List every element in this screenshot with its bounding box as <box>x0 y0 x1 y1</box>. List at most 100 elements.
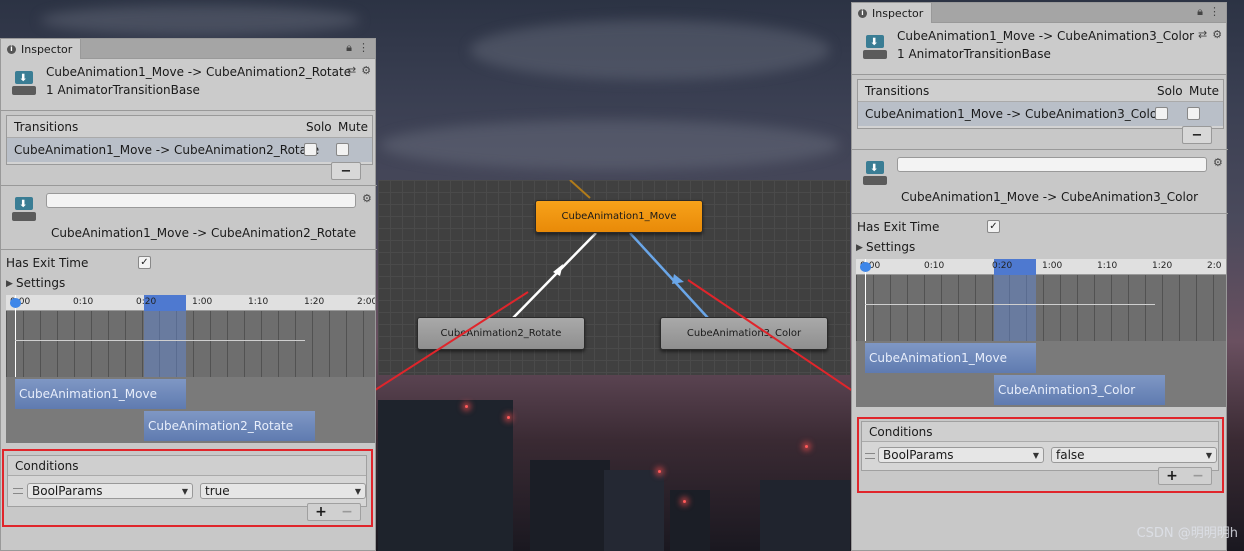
transition-timeline[interactable]: 0:00 0:10 0:20 1:00 1:10 1:20 2:00 CubeA… <box>6 295 375 443</box>
inspector-tab[interactable]: i Inspector <box>852 3 933 23</box>
remove-condition-button[interactable]: − <box>341 504 353 520</box>
lock-icon[interactable]: 🔒︎ <box>1197 5 1203 19</box>
timeline-tick: 2:00 <box>357 297 375 307</box>
transition-name-caption: CubeAnimation1_Move -> CubeAnimation3_Co… <box>901 190 1199 204</box>
settings-foldout-label[interactable]: Settings <box>16 276 65 290</box>
clip-from[interactable]: CubeAnimation1_Move <box>15 379 186 409</box>
parameter-dropdown[interactable]: BoolParams ▼ <box>27 483 193 499</box>
state-node-move[interactable]: CubeAnimation1_Move <box>535 200 703 233</box>
solo-checkbox[interactable] <box>304 143 317 156</box>
tab-tools: 🔒︎ ⋮ <box>346 41 369 55</box>
drag-handle-icon[interactable] <box>865 453 875 459</box>
transition-header: ⬇ CubeAnimation1_Move -> CubeAnimation3_… <box>852 23 1226 75</box>
background-building <box>760 480 850 551</box>
transition-name-input[interactable] <box>897 157 1207 172</box>
background-light <box>658 470 661 473</box>
mute-checkbox[interactable] <box>336 143 349 156</box>
background-light <box>507 416 510 419</box>
gear-icon[interactable]: ⚙ <box>362 192 372 205</box>
mute-checkbox[interactable] <box>1187 107 1200 120</box>
conditions-list: Conditions BoolParams ▼ true ▼ <box>7 455 367 507</box>
settings-foldout-label[interactable]: Settings <box>866 240 915 254</box>
lock-icon[interactable]: 🔒︎ <box>346 41 352 55</box>
remove-transition-button[interactable]: − <box>331 162 361 180</box>
clip-to[interactable]: CubeAnimation3_Color <box>994 375 1165 405</box>
gear-icon[interactable]: ⚙ <box>1213 156 1223 169</box>
has-exit-time-label: Has Exit Time <box>6 256 89 270</box>
condition-value-dropdown[interactable]: false ▼ <box>1051 447 1217 463</box>
solo-label: Solo <box>1157 83 1183 98</box>
drag-handle-icon[interactable] <box>13 488 23 494</box>
timeline-curve <box>865 304 1155 305</box>
transition-row[interactable]: CubeAnimation1_Move -> CubeAnimation2_Ro… <box>7 138 372 162</box>
state-node-color[interactable]: CubeAnimation3_Color <box>660 317 828 350</box>
gear-icon[interactable]: ⚙ <box>361 64 371 77</box>
chevron-down-icon: ▼ <box>181 486 188 496</box>
clip-from[interactable]: CubeAnimation1_Move <box>865 343 1036 373</box>
kebab-menu-icon[interactable]: ⋮ <box>1209 5 1220 19</box>
has-exit-time-checkbox[interactable]: ✓ <box>987 220 1000 233</box>
settings-foldout-arrow[interactable]: ▶ <box>856 243 863 253</box>
condition-value-dropdown[interactable]: true ▼ <box>200 483 366 499</box>
chevron-down-icon: ▼ <box>1032 450 1039 460</box>
playhead-marker-icon[interactable] <box>860 262 871 272</box>
transition-row[interactable]: CubeAnimation1_Move -> CubeAnimation3_Co… <box>858 102 1223 126</box>
transition-timeline[interactable]: 0:00 0:10 0:20 1:00 1:10 1:20 2:0 CubeAn… <box>856 259 1226 407</box>
transition-row-label: CubeAnimation1_Move -> CubeAnimation2_Ro… <box>14 143 320 157</box>
conditions-list: Conditions BoolParams ▼ false ▼ <box>861 421 1219 471</box>
solo-label: Solo <box>306 119 332 134</box>
transition-header: ⬇ CubeAnimation1_Move -> CubeAnimation2_… <box>1 59 375 111</box>
condition-value: true <box>205 484 230 498</box>
chevron-down-icon: ▼ <box>1205 450 1212 460</box>
transition-name-input[interactable] <box>46 193 356 208</box>
transitions-header-label: Transitions <box>865 83 930 98</box>
timeline-tick: 0:10 <box>73 297 94 307</box>
transition-name-caption: CubeAnimation1_Move -> CubeAnimation2_Ro… <box>51 226 357 240</box>
gear-icon[interactable]: ⚙ <box>1212 28 1222 41</box>
remove-condition-button[interactable]: − <box>1192 468 1204 484</box>
parameter-dropdown[interactable]: BoolParams ▼ <box>878 447 1044 463</box>
conditions-header: Conditions <box>862 422 1218 442</box>
conditions-add-remove: + − <box>1158 467 1212 485</box>
playhead-marker-icon[interactable] <box>10 298 21 308</box>
transitions-list: Transitions Solo Mute CubeAnimation1_Mov… <box>857 79 1224 129</box>
header-tools: ⇄ ⚙ <box>347 64 371 77</box>
watermark-text: CSDN @明明明h <box>1136 526 1238 541</box>
kebab-menu-icon[interactable]: ⋮ <box>358 41 369 55</box>
animator-transition-icon: ⬇ <box>12 197 36 223</box>
add-condition-button[interactable]: + <box>315 504 327 520</box>
timeline-tick: 1:00 <box>1042 261 1063 271</box>
background-cloud <box>470 20 830 80</box>
timeline-tick: 0:10 <box>924 261 945 271</box>
background-cloud <box>40 5 360 35</box>
background-building <box>604 470 664 551</box>
animator-transition-icon: ⬇ <box>12 71 36 97</box>
settings-foldout-arrow[interactable]: ▶ <box>6 279 13 289</box>
preset-sliders-icon[interactable]: ⇄ <box>1198 28 1207 41</box>
header-subtitle: 1 AnimatorTransitionBase <box>897 47 1051 61</box>
animator-graph[interactable]: CubeAnimation1_Move CubeAnimation2_Rotat… <box>378 180 850 375</box>
remove-transition-button[interactable]: − <box>1182 126 1212 144</box>
parameter-value: BoolParams <box>32 484 103 498</box>
inspector-tab[interactable]: i Inspector <box>1 39 82 59</box>
preset-sliders-icon[interactable]: ⇄ <box>347 64 356 77</box>
solo-checkbox[interactable] <box>1155 107 1168 120</box>
timeline-curve <box>15 340 305 341</box>
mute-label: Mute <box>1189 83 1220 98</box>
conditions-header-label: Conditions <box>869 424 933 439</box>
transitions-header: Transitions Solo Mute <box>858 80 1223 102</box>
conditions-header-label: Conditions <box>15 458 79 473</box>
parameter-value: BoolParams <box>883 448 954 462</box>
chevron-down-icon: ▼ <box>354 486 361 496</box>
timeline-tick: 1:10 <box>1097 261 1118 271</box>
state-node-rotate[interactable]: CubeAnimation2_Rotate <box>417 317 585 350</box>
background-building <box>530 460 610 551</box>
add-condition-button[interactable]: + <box>1166 468 1178 484</box>
animator-transition-icon: ⬇ <box>863 161 887 187</box>
has-exit-time-checkbox[interactable]: ✓ <box>138 256 151 269</box>
mute-label: Mute <box>338 119 369 134</box>
clip-to[interactable]: CubeAnimation2_Rotate <box>144 411 315 441</box>
transitions-header: Transitions Solo Mute <box>7 116 372 138</box>
info-icon: i <box>7 44 16 54</box>
animator-transition-icon: ⬇ <box>863 35 887 61</box>
